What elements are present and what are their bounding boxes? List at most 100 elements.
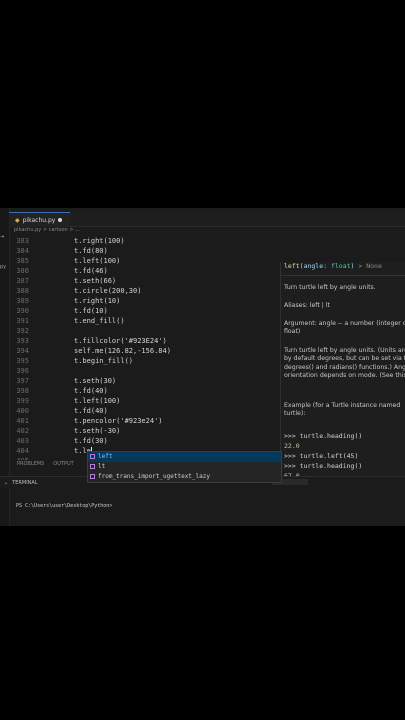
explorer-label: py: [0, 264, 7, 270]
line-number: 383: [16, 237, 29, 245]
line-number: 395: [16, 357, 29, 365]
tab-label: pikachu.py: [22, 216, 56, 224]
line-number: 385: [16, 257, 29, 265]
line-number: 402: [16, 427, 29, 435]
code-text[interactable]: t.fd(40): [74, 386, 108, 396]
code-text[interactable]: t.fillcolor('#923E24'): [74, 336, 167, 346]
code-line[interactable]: 401 t.pencolor('#923e24'): [9, 416, 279, 426]
chevron-down-icon[interactable]: ⌄: [4, 480, 8, 486]
code-text[interactable]: t.fd(30): [74, 436, 108, 446]
line-number: 394: [16, 347, 29, 355]
signature-args: (angle:: [299, 262, 331, 270]
suggestion-label: lt: [98, 463, 106, 470]
code-line[interactable]: 395 t.begin_fill(): [9, 356, 279, 366]
code-text[interactable]: t.begin_fill(): [74, 356, 133, 366]
autocomplete-list[interactable]: left lt from_trans_import_ugettext_lazy: [87, 451, 282, 483]
code-line[interactable]: 400 t.fd(40): [9, 406, 279, 416]
code-text[interactable]: t.pencolor('#923e24'): [74, 416, 163, 426]
code-text[interactable]: t.fd(40): [74, 406, 108, 416]
code-text[interactable]: t.right(100): [74, 236, 125, 246]
line-number: 389: [16, 297, 29, 305]
code-text[interactable]: t.circle(200,30): [74, 286, 141, 296]
line-number: 398: [16, 387, 29, 395]
code-text[interactable]: t.fd(10): [74, 306, 108, 316]
terminal-label[interactable]: TERMINAL: [12, 480, 37, 486]
code-text[interactable]: t.fd(46): [74, 266, 108, 276]
code-text[interactable]: t.left(100): [74, 396, 120, 406]
code-line[interactable]: 388 t.circle(200,30): [9, 286, 279, 296]
line-number: 386: [16, 267, 29, 275]
signature-return: > None: [358, 262, 382, 270]
tab-problems[interactable]: PROBLEMS: [17, 461, 44, 467]
code-line[interactable]: 397 t.seth(30): [9, 376, 279, 386]
line-number: 392: [16, 327, 29, 335]
doc-summary: Turn turtle left by angle units.: [284, 284, 376, 291]
code-line[interactable]: 387 t.seth(66): [9, 276, 279, 286]
code-text[interactable]: t.seth(-30): [74, 426, 120, 436]
code-line[interactable]: 392: [9, 326, 279, 336]
example-line: 22.0: [284, 442, 300, 450]
line-number: 384: [16, 247, 29, 255]
python-file-icon: ◆: [15, 216, 20, 224]
code-line[interactable]: 383 t.right(100): [9, 236, 279, 246]
code-line[interactable]: 390 t.fd(10): [9, 306, 279, 316]
code-line[interactable]: 403 t.fd(30): [9, 436, 279, 446]
doc-details: Turn turtle left by angle units. (Units …: [284, 347, 405, 380]
example-line: >>> turtle.heading(): [284, 462, 363, 470]
terminal-prompt[interactable]: PS C:\Users\user\Desktop\Python>: [16, 503, 112, 509]
signature-name: left: [284, 262, 300, 270]
suggestion-item[interactable]: lt: [88, 462, 281, 472]
suggestion-item[interactable]: left: [88, 452, 281, 462]
code-text[interactable]: self.me(126.82,-156.84): [74, 346, 171, 356]
method-icon: [90, 464, 95, 469]
suggestion-label: from_trans_import_ugettext_lazy: [98, 473, 210, 480]
code-text[interactable]: t.fd(80): [74, 246, 108, 256]
line-number: 397: [16, 377, 29, 385]
suggestion-item[interactable]: from_trans_import_ugettext_lazy: [88, 472, 281, 482]
tab-bar: ◆ pikachu.py: [9, 212, 405, 227]
line-number: 396: [16, 367, 29, 375]
line-number: 390: [16, 307, 29, 315]
code-line[interactable]: 384 t.fd(80): [9, 246, 279, 256]
unsaved-dot-icon[interactable]: [58, 218, 63, 222]
code-line[interactable]: 391 t.end_fill(): [9, 316, 279, 326]
collapse-icon[interactable]: ⇥: [0, 234, 4, 240]
signature: left(angle: float) > None: [284, 262, 382, 270]
code-text[interactable]: t.seth(66): [74, 276, 116, 286]
code-text[interactable]: t.right(10): [74, 296, 120, 306]
method-icon: [90, 454, 95, 459]
code-line[interactable]: 402 t.seth(-30): [9, 426, 279, 436]
code-line[interactable]: 389 t.right(10): [9, 296, 279, 306]
suggestion-label: left: [98, 453, 113, 460]
code-line[interactable]: 393 t.fillcolor('#923E24'): [9, 336, 279, 346]
breadcrumb[interactable]: pikachu.py > cartoon > ...: [14, 227, 80, 233]
divider: [281, 275, 405, 276]
code-text[interactable]: t.end_fill(): [74, 316, 125, 326]
code-line[interactable]: 394 self.me(126.82,-156.84): [9, 346, 279, 356]
line-number: 393: [16, 337, 29, 345]
code-text[interactable]: t.seth(30): [74, 376, 116, 386]
hover-documentation: left(angle: float) > None Turn turtle le…: [280, 262, 405, 482]
doc-example-intro: Example (for a Turtle instance named tur…: [284, 402, 401, 418]
code-line[interactable]: 396: [9, 366, 279, 376]
line-number: 391: [16, 317, 29, 325]
tab-pikachu-py[interactable]: ◆ pikachu.py: [9, 212, 71, 227]
tab-output[interactable]: OUTPUT: [53, 461, 73, 467]
line-number: 403: [16, 437, 29, 445]
example-line: >>> turtle.heading(): [284, 432, 363, 440]
line-number: 404: [16, 447, 29, 455]
method-icon: [90, 474, 95, 479]
example-line: >>> turtle.left(45): [284, 452, 359, 460]
line-number: 387: [16, 277, 29, 285]
line-number: 401: [16, 417, 29, 425]
code-line[interactable]: 386 t.fd(46): [9, 266, 279, 276]
line-number: 388: [16, 287, 29, 295]
doc-argument: Argument: angle -- a number (integer or …: [284, 320, 405, 336]
signature-end: ): [350, 262, 355, 270]
line-number: 399: [16, 397, 29, 405]
code-line[interactable]: 385 t.left(100): [9, 256, 279, 266]
code-text[interactable]: t.left(100): [74, 256, 120, 266]
code-line[interactable]: 399 t.left(100): [9, 396, 279, 406]
code-line[interactable]: 398 t.fd(40): [9, 386, 279, 396]
code-editor[interactable]: 383 t.right(100) 384 t.fd(80) 385 t.left(100)…: [9, 236, 279, 460]
